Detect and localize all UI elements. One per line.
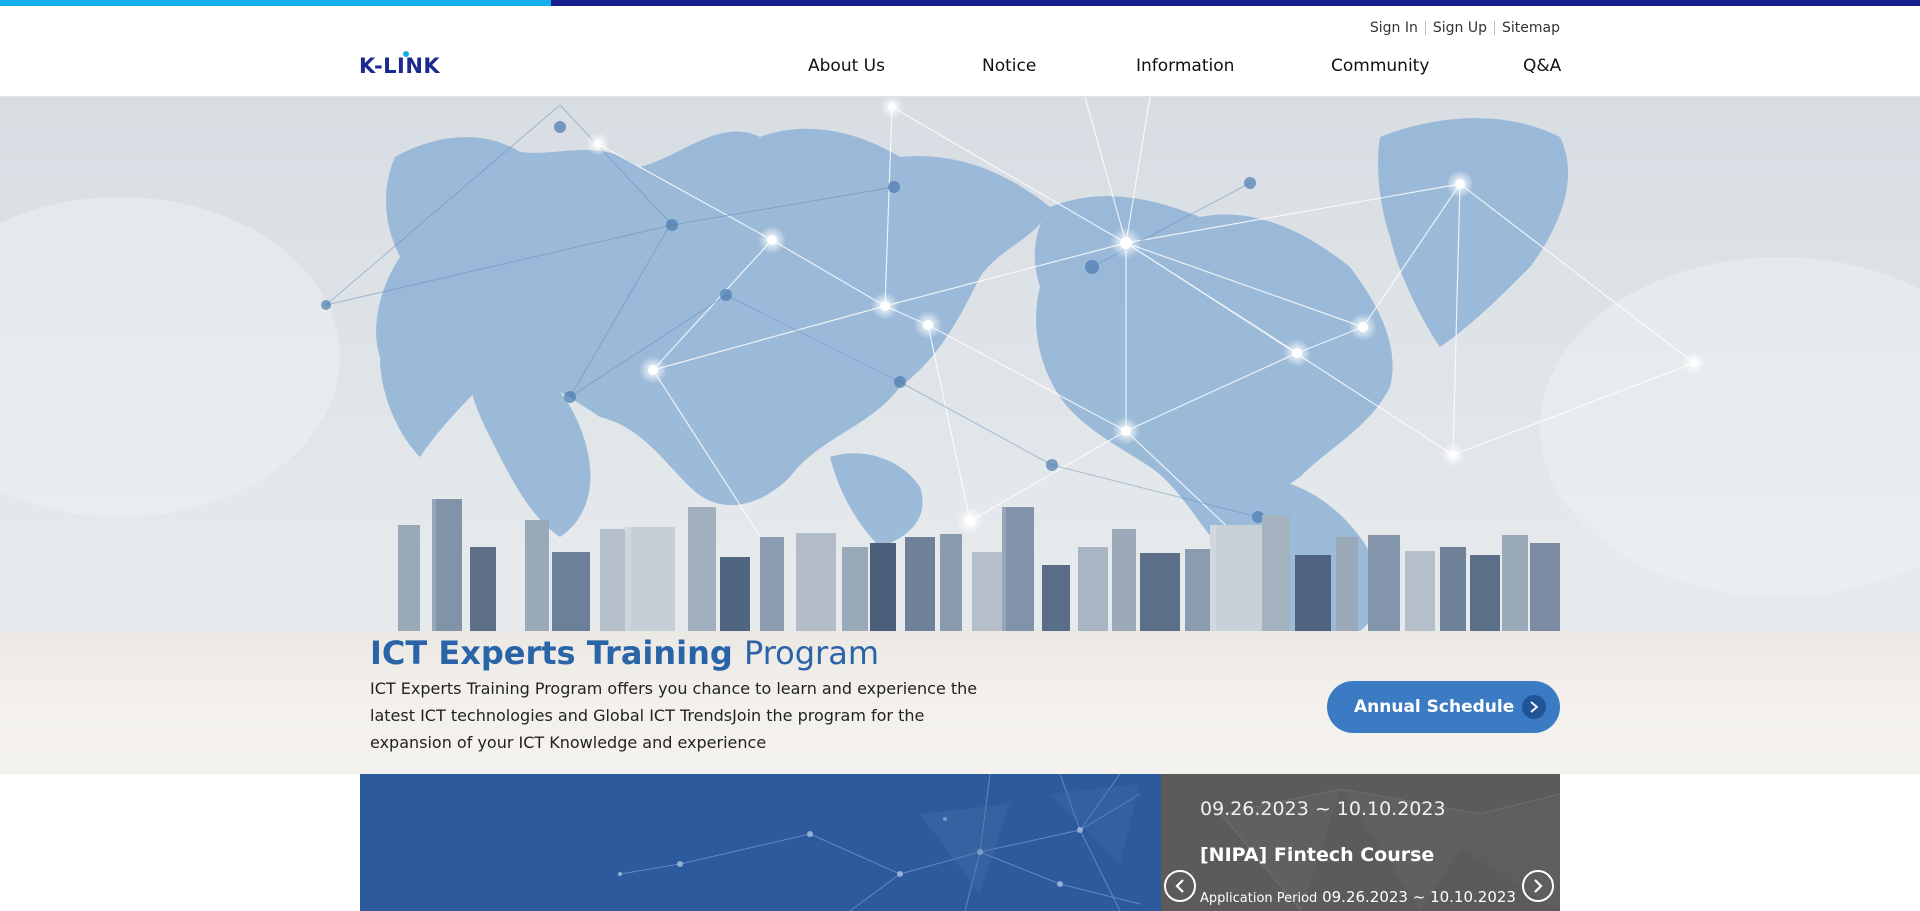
application-period-label: Application Period: [1200, 891, 1318, 906]
chevron-right-icon: [1534, 879, 1543, 893]
chevron-right-icon: [1522, 695, 1546, 719]
hero-title-bold: ICT Experts Training: [370, 634, 733, 672]
network-pattern-graphic: [618, 774, 1141, 911]
chevron-left-icon: [1175, 879, 1184, 893]
course-title[interactable]: [NIPA] Fintech Course: [1200, 844, 1434, 866]
site-header: Sign In Sign Up Sitemap K-LINK About Us …: [0, 6, 1920, 97]
network-banner-panel: [360, 774, 1161, 911]
slider-prev-button[interactable]: [1164, 870, 1196, 902]
nav-information[interactable]: Information: [1136, 56, 1234, 76]
sitemap-link[interactable]: Sitemap: [1495, 20, 1560, 36]
slider-next-button[interactable]: [1522, 870, 1554, 902]
annual-schedule-label: Annual Schedule: [1354, 697, 1515, 717]
course-slider: 09.26.2023 ~ 10.10.2023 [NIPA] Fintech C…: [1161, 774, 1560, 911]
nav-about-us[interactable]: About Us: [808, 56, 885, 76]
sign-up-link[interactable]: Sign Up: [1426, 20, 1494, 36]
main-navigation: About Us Notice Information Community Q&…: [0, 56, 1920, 86]
nav-qna[interactable]: Q&A: [1523, 56, 1561, 76]
hero-title: ICT Experts Training Program: [370, 634, 879, 672]
sign-in-link[interactable]: Sign In: [1363, 20, 1425, 36]
application-period-value: 09.26.2023 ~ 10.10.2023: [1322, 888, 1516, 906]
hero-banner: ICT Experts Training Program ICT Experts…: [0, 97, 1920, 774]
nav-notice[interactable]: Notice: [982, 56, 1036, 76]
application-period: Application Period 09.26.2023 ~ 10.10.20…: [1200, 888, 1516, 906]
hero-title-light: Program: [743, 634, 879, 672]
annual-schedule-button[interactable]: Annual Schedule: [1327, 681, 1560, 733]
course-date-range: 09.26.2023 ~ 10.10.2023: [1200, 798, 1446, 820]
nav-community[interactable]: Community: [1331, 56, 1429, 76]
utility-nav: Sign In Sign Up Sitemap: [1363, 20, 1560, 36]
hero-description: ICT Experts Training Program offers you …: [370, 679, 978, 752]
